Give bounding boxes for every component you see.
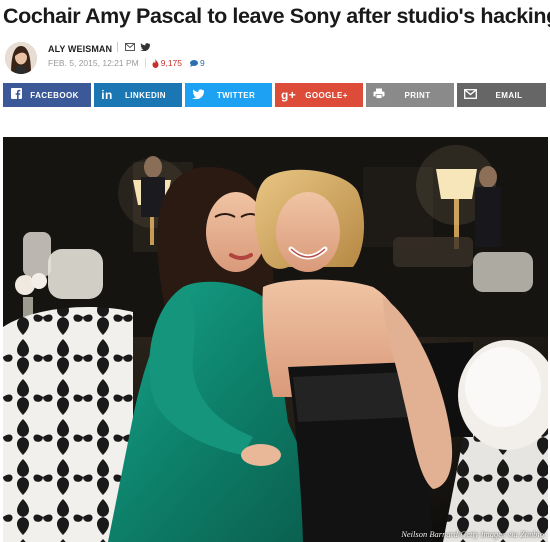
divider xyxy=(117,42,118,52)
share-twitter-button[interactable]: TWITTER xyxy=(185,83,272,107)
views-value: 9,175 xyxy=(160,58,183,68)
article-photo[interactable]: Neilson Barnard/Getty Images via Zimbio xyxy=(3,137,548,542)
share-google-plus-button[interactable]: g+ GOOGLE+ xyxy=(275,83,363,107)
google-plus-icon: g+ xyxy=(281,88,297,102)
article-meta: FEB. 5, 2015, 12:21 PM 9,175 9 xyxy=(48,58,205,68)
byline: ALY WEISMAN FEB. 5, 2015, 12:21 PM 9,175… xyxy=(3,40,543,76)
comments-value: 9 xyxy=(200,58,205,68)
photo-credit: Neilson Barnard/Getty Images via Zimbio xyxy=(401,529,544,539)
email-button[interactable]: EMAIL xyxy=(457,83,546,107)
divider xyxy=(144,58,146,68)
share-twitter-label: TWITTER xyxy=(216,90,256,100)
publish-date: FEB. 5, 2015, 12:21 PM xyxy=(48,58,139,68)
envelope-icon[interactable] xyxy=(125,43,135,51)
author-social xyxy=(117,42,150,52)
email-icon xyxy=(463,88,477,102)
share-google-plus-label: GOOGLE+ xyxy=(305,90,348,100)
author-name[interactable]: ALY WEISMAN xyxy=(48,44,112,54)
twitter-icon xyxy=(191,88,205,102)
email-label: EMAIL xyxy=(495,90,523,100)
linkedin-icon: in xyxy=(101,88,113,102)
facebook-icon xyxy=(9,88,23,102)
comment-bubble-icon xyxy=(190,59,199,67)
flame-icon xyxy=(152,58,159,68)
share-linkedin-button[interactable]: in LINKEDIN xyxy=(94,83,182,107)
author-avatar[interactable] xyxy=(5,42,37,74)
print-label: PRINT xyxy=(404,90,431,100)
twitter-bird-icon[interactable] xyxy=(140,43,150,51)
views-count: 9,175 xyxy=(152,58,182,68)
printer-icon xyxy=(372,88,386,102)
comments-count[interactable]: 9 xyxy=(190,58,205,68)
share-linkedin-label: LINKEDIN xyxy=(125,90,166,100)
share-facebook-button[interactable]: FACEBOOK xyxy=(3,83,91,107)
share-bar: FACEBOOK in LINKEDIN TWITTER g+ GOOGLE+ … xyxy=(3,83,548,107)
share-facebook-label: FACEBOOK xyxy=(30,90,79,100)
article-headline: Cochair Amy Pascal to leave Sony after s… xyxy=(3,4,550,28)
print-button[interactable]: PRINT xyxy=(366,83,454,107)
